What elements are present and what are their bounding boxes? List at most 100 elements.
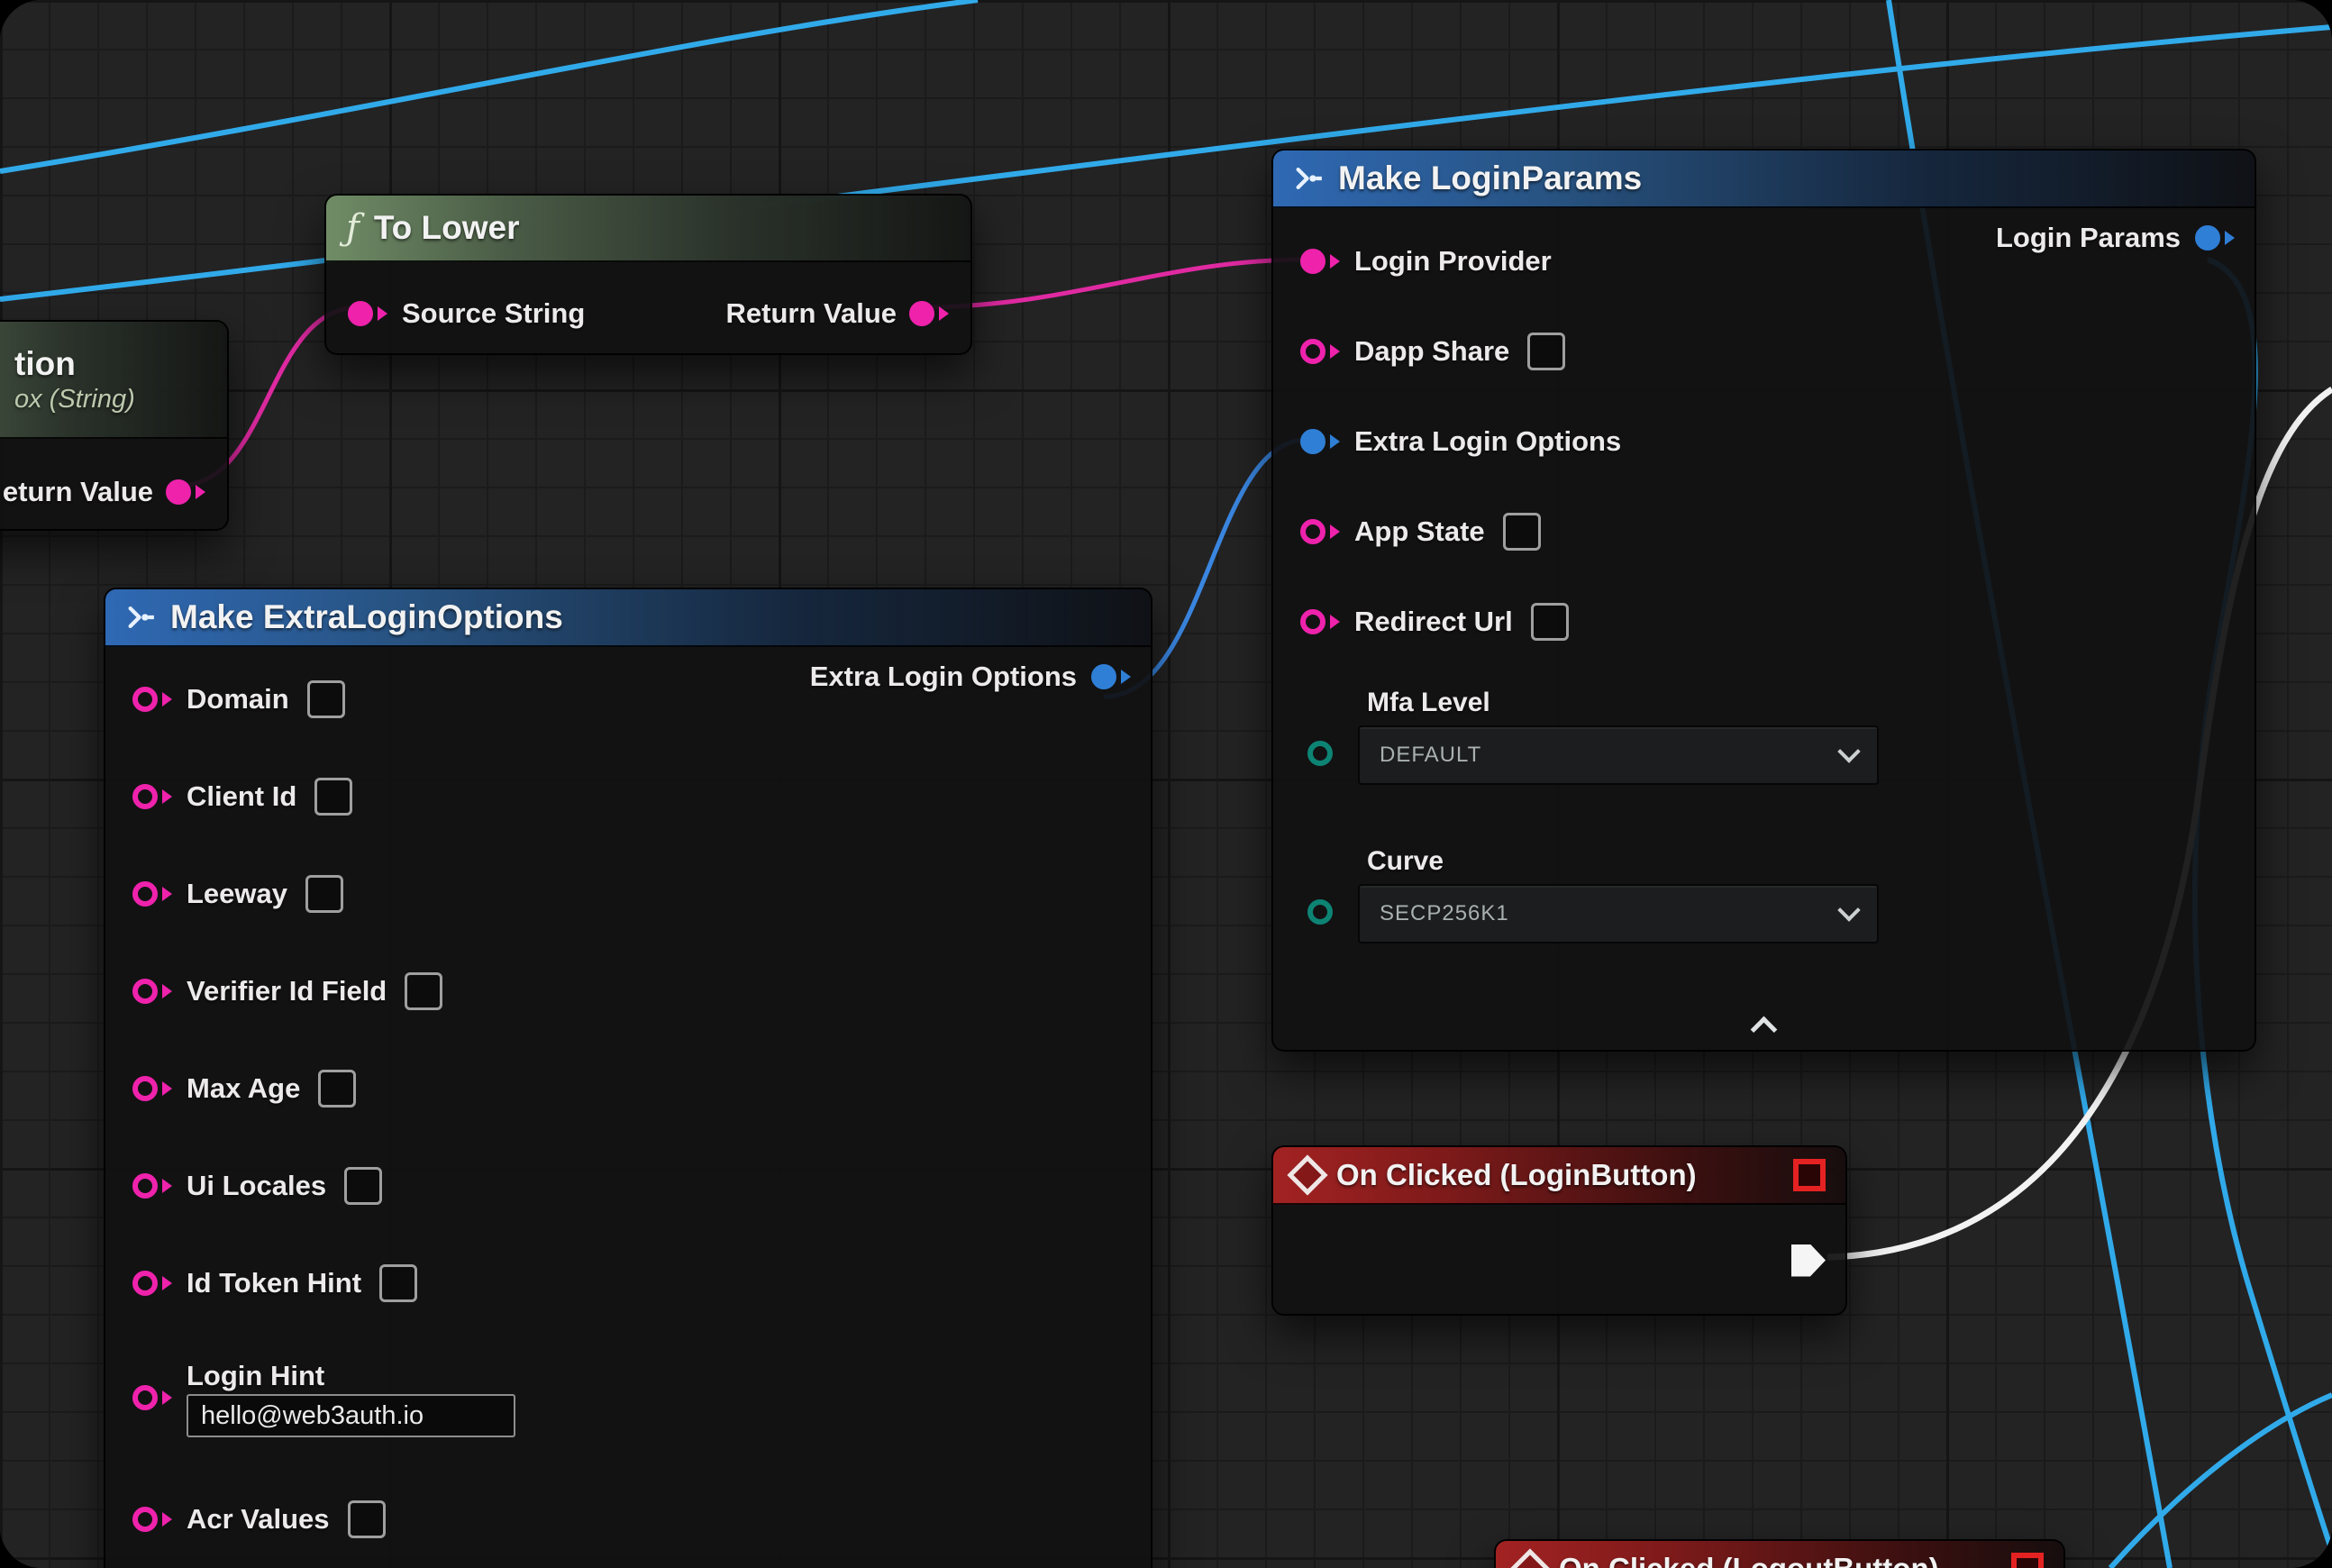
pin-row-extra-login-options-in: Extra Login Options [1273,412,2255,471]
pin-row-return-value: eturn Value [0,462,227,522]
pin-label: Id Token Hint [187,1267,361,1299]
pin-client-id[interactable] [132,784,158,809]
wire-cyan-top-left[interactable] [0,0,978,171]
node-body: Login Provider Dapp Share Extra Login Op… [1273,208,2255,944]
pin-domain[interactable] [132,687,158,712]
pin-row-leeway: Leeway [105,864,1151,924]
node-to-lower[interactable]: ƒ To Lower Source String Return Value [324,194,972,355]
graph-canvas[interactable]: tion ox (String) eturn Value ƒ To Lower … [0,0,2332,1568]
pin-wedge-icon [162,1081,172,1096]
pin-row-acr-values: Acr Values [105,1490,1151,1549]
pin-wedge-icon [162,692,172,707]
delegate-pin-icon[interactable] [1793,1159,1826,1191]
node-title: Make ExtraLoginOptions [170,598,563,636]
node-onclicked-logoutbutton[interactable]: On Clicked (LogoutButton) [1494,1539,2065,1568]
pin-wedge-icon [939,306,949,321]
checkbox-leeway[interactable] [305,875,343,913]
pin-row-tolower: Source String Return Value [326,284,970,343]
dropdown-value: DEFAULT [1380,743,1481,768]
pin-label: Login Provider [1354,245,1552,278]
node-header[interactable]: Make ExtraLoginOptions [105,589,1151,647]
pin-source-string[interactable] [348,301,373,326]
node-onclicked-loginbutton[interactable]: On Clicked (LoginButton) [1271,1145,1847,1316]
node-header[interactable]: On Clicked (LoginButton) [1273,1147,1845,1205]
pin-label: Return Value [726,297,897,330]
pin-wedge-icon [1330,344,1340,359]
mfa-level-dropdown[interactable]: DEFAULT [1358,725,1879,785]
pin-dapp-share[interactable] [1300,339,1325,364]
node-header[interactable]: tion ox (String) [0,322,227,439]
wire-cyan-bottom-corner[interactable] [2110,1395,2332,1568]
pin-login-provider[interactable] [1300,249,1325,274]
pin-row-id-token-hint: Id Token Hint [105,1253,1151,1313]
pin-mfa-level[interactable] [1307,741,1333,766]
make-struct-icon [125,602,156,633]
event-diamond-icon [1287,1154,1327,1195]
pin-wedge-icon [162,789,172,804]
delegate-pin-icon[interactable] [2011,1553,2044,1568]
checkbox-id-token-hint[interactable] [379,1264,417,1302]
pin-wedge-icon [1121,670,1131,684]
pin-app-state[interactable] [1300,519,1325,544]
pin-leeway[interactable] [132,881,158,907]
pin-label: Dapp Share [1354,335,1509,368]
login-hint-input[interactable] [187,1394,515,1437]
pin-row-dapp-share: Dapp Share [1273,322,2255,381]
pin-verifier-id-field[interactable] [132,979,158,1004]
checkbox-client-id[interactable] [314,778,352,816]
pin-max-age[interactable] [132,1076,158,1101]
pin-acr-values[interactable] [132,1507,158,1532]
pin-label: App State [1354,515,1485,548]
pin-block-curve: Curve SECP256K1 [1273,843,2255,944]
checkbox-app-state[interactable] [1503,513,1541,551]
node-header[interactable]: ƒ To Lower [326,196,970,262]
exec-output-pin[interactable] [1791,1244,1826,1277]
checkbox-verifier-id-field[interactable] [405,972,442,1010]
checkbox-ui-locales[interactable] [344,1167,382,1205]
pin-redirect-url[interactable] [1300,609,1325,634]
checkbox-redirect-url[interactable] [1531,603,1569,641]
checkbox-acr-values[interactable] [348,1500,386,1538]
node-header[interactable]: On Clicked (LogoutButton) [1496,1541,2063,1568]
pin-label: Redirect Url [1354,606,1513,638]
pin-return-value-output[interactable] [166,479,191,505]
checkbox-domain[interactable] [307,680,345,718]
node-title: Make LoginParams [1338,160,1642,197]
wire-string-tolower-loginprovider[interactable] [920,260,1307,307]
checkbox-max-age[interactable] [318,1070,356,1108]
pin-login-params-output[interactable] [2195,225,2220,251]
node-textbox-partial[interactable]: tion ox (String) eturn Value [0,320,229,531]
node-header[interactable]: Make LoginParams [1273,150,2255,208]
pin-label: Domain [187,683,289,716]
pin-row-client-id: Client Id [105,767,1151,826]
pin-row-extra-login-options-out: Extra Login Options [810,647,1131,707]
pin-row-max-age: Max Age [105,1059,1151,1118]
chevron-down-icon [1837,740,1860,762]
pin-label: Extra Login Options [1354,425,1621,458]
pin-wedge-icon [196,485,205,499]
pin-label: Max Age [187,1072,300,1105]
node-make-loginparams[interactable]: Make LoginParams Login Provider Dapp Sha… [1271,149,2256,1052]
node-collapse-button[interactable] [1273,1011,2255,1039]
pin-extra-login-options-input[interactable] [1300,429,1325,454]
pin-curve[interactable] [1307,899,1333,925]
pin-row-app-state: App State [1273,502,2255,561]
pin-ui-locales[interactable] [132,1173,158,1199]
pin-wedge-icon [162,887,172,901]
node-title: tion [14,345,76,383]
curve-dropdown[interactable]: SECP256K1 [1358,884,1879,944]
pin-label: Acr Values [187,1503,330,1536]
pin-row-ui-locales: Ui Locales [105,1156,1151,1216]
pin-block-mfa-level: Mfa Level DEFAULT [1273,684,2255,785]
pin-extra-login-options-output[interactable] [1091,664,1116,689]
pin-login-hint[interactable] [132,1385,158,1410]
make-struct-icon [1293,163,1324,194]
pin-id-token-hint[interactable] [132,1271,158,1296]
checkbox-dapp-share[interactable] [1527,333,1565,370]
dropdown-value: SECP256K1 [1380,901,1509,926]
pin-return-value[interactable] [909,301,934,326]
node-make-extraloginoptions[interactable]: Make ExtraLoginOptions Domain Client Id … [104,588,1152,1568]
pin-label: Source String [402,297,585,330]
pin-wedge-icon [162,1512,172,1527]
pin-row-verifier-id-field: Verifier Id Field [105,962,1151,1021]
